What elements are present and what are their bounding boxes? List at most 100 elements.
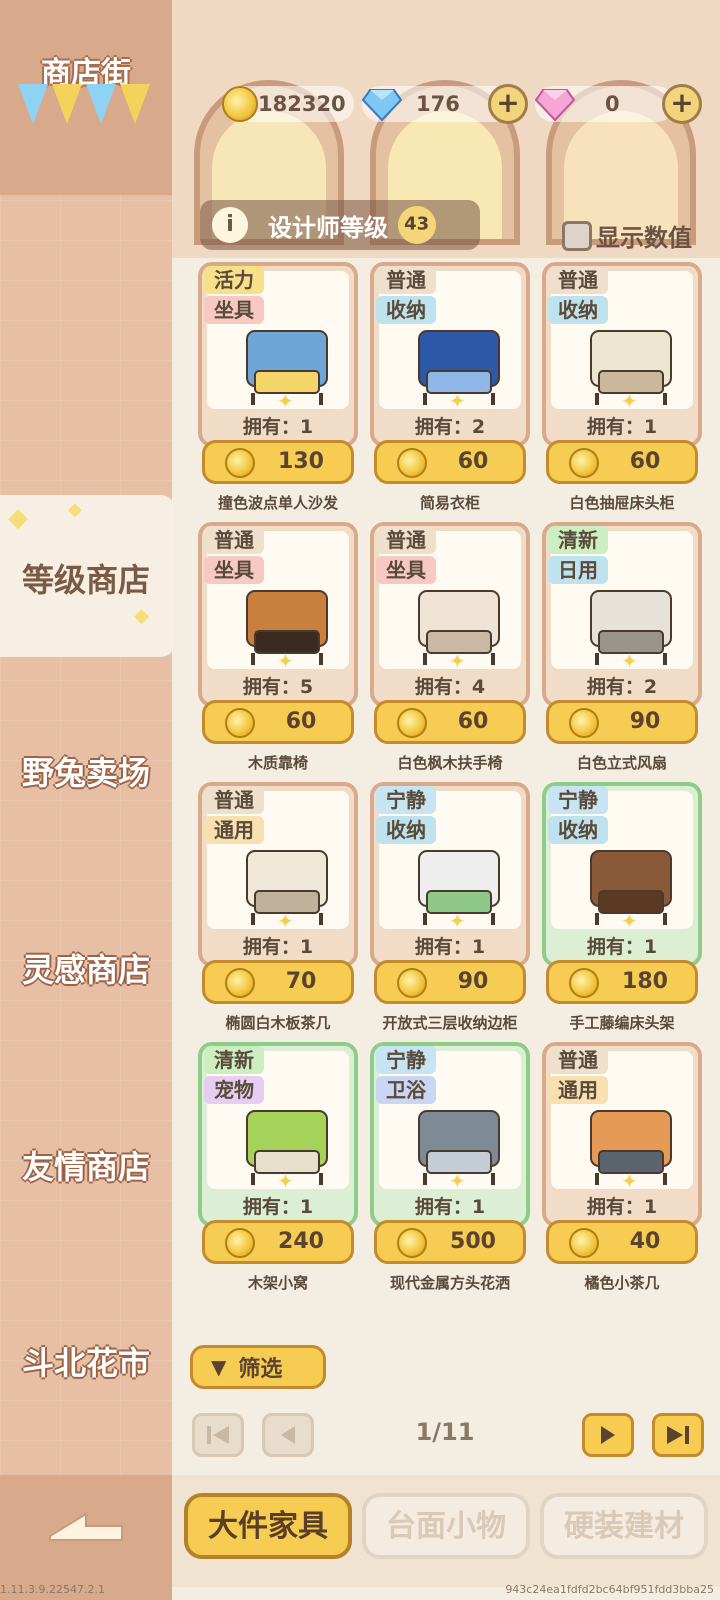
- item-card[interactable]: ✦ 拥有：1 普通 通用 40 橘色小茶几: [542, 1042, 702, 1292]
- item-price: 90: [629, 709, 661, 734]
- item-price: 60: [457, 449, 489, 474]
- show-values-label: 显示数值: [596, 224, 692, 252]
- item-name: 白色枫木扶手椅: [397, 754, 503, 772]
- tab-tabletop-items[interactable]: 台面小物: [362, 1493, 530, 1559]
- add-pink-gem-button[interactable]: +: [662, 84, 702, 124]
- item-owned-count: 拥有：1: [242, 416, 314, 438]
- item-name: 椭圆白木板茶几: [225, 1014, 331, 1032]
- designer-level-panel[interactable]: i 设计师等级 43: [200, 198, 480, 252]
- show-values-toggle[interactable]: 显示数值: [562, 218, 692, 253]
- item-card[interactable]: ✦ 拥有：1 普通 通用 70 椭圆白木板茶几: [198, 782, 358, 1032]
- item-category-tag: 通用: [204, 816, 264, 844]
- item-style-tag: 宁静: [376, 786, 436, 814]
- version-text: 1.11.3.9.22547.2.1: [0, 1583, 105, 1596]
- buy-button[interactable]: 60: [374, 440, 526, 484]
- item-card[interactable]: ✦ 拥有：1 普通 收纳 60 白色抽屉床头柜: [542, 262, 702, 512]
- gold-coin-icon: [569, 968, 599, 998]
- bunting-flag: [52, 84, 82, 124]
- star-icon: ✦: [449, 909, 466, 933]
- filter-button[interactable]: ▼ 筛选: [190, 1345, 326, 1389]
- star-icon: ✦: [277, 389, 294, 413]
- item-price: 70: [285, 969, 317, 994]
- star-icon: ✦: [621, 649, 638, 673]
- sidebar-item-label: 等级商店: [21, 561, 150, 599]
- buy-button[interactable]: 60: [374, 700, 526, 744]
- item-card[interactable]: ✦ 拥有：1 活力 坐具 130 撞色波点单人沙发: [198, 262, 358, 512]
- item-owned-count: 拥有：1: [414, 936, 486, 958]
- star-icon: ✦: [621, 909, 638, 933]
- item-style-tag: 宁静: [376, 1046, 436, 1074]
- gold-currency: 182320: [222, 86, 354, 122]
- buy-button[interactable]: 500: [374, 1220, 526, 1264]
- buy-button[interactable]: 90: [374, 960, 526, 1004]
- back-arrow-icon[interactable]: [46, 1508, 126, 1548]
- item-card[interactable]: ✦ 拥有：4 普通 坐具 60 白色枫木扶手椅: [370, 522, 530, 772]
- first-page-button[interactable]: [192, 1413, 244, 1457]
- item-card[interactable]: ✦ 拥有：1 宁静 卫浴 500 现代金属方头花洒: [370, 1042, 530, 1292]
- item-price: 240: [278, 1229, 324, 1254]
- item-owned-count: 拥有：2: [586, 676, 658, 698]
- gold-coin-icon: [397, 708, 427, 738]
- tab-large-furniture[interactable]: 大件家具: [184, 1493, 352, 1559]
- tab-building-materials[interactable]: 硬装建材: [540, 1493, 708, 1559]
- sidebar-item-flower-market[interactable]: 斗北花市: [0, 1338, 172, 1384]
- show-values-checkbox[interactable]: [562, 220, 592, 251]
- item-card[interactable]: ✦ 拥有：5 普通 坐具 60 木质靠椅: [198, 522, 358, 772]
- info-icon[interactable]: i: [212, 207, 248, 243]
- item-name: 手工藤编床头架: [569, 1014, 675, 1032]
- category-tabbar: 大件家具 台面小物 硬装建材: [172, 1475, 720, 1587]
- item-price: 500: [450, 1229, 496, 1254]
- buy-button[interactable]: 60: [546, 440, 698, 484]
- bunting-flag: [18, 84, 48, 124]
- item-category-tag: 宠物: [204, 1076, 264, 1104]
- star-icon: ✦: [277, 649, 294, 673]
- item-owned-count: 拥有：2: [414, 416, 486, 438]
- buy-button[interactable]: 40: [546, 1220, 698, 1264]
- prev-page-icon: [281, 1426, 295, 1444]
- buy-button[interactable]: 70: [202, 960, 354, 1004]
- item-card[interactable]: ✦ 拥有：2 普通 收纳 60 简易衣柜: [370, 262, 530, 512]
- item-style-tag: 宁静: [548, 786, 608, 814]
- sidebar-item-inspiration-shop[interactable]: 灵感商店: [0, 945, 172, 991]
- item-owned-count: 拥有：5: [242, 676, 314, 698]
- sidebar-item-rabbit-market[interactable]: 野兔卖场: [0, 748, 172, 794]
- sidebar-item-level-shop[interactable]: ◆ ◆ ◆ 等级商店: [0, 495, 175, 657]
- gold-coin-icon: [569, 708, 599, 738]
- sidebar-item-friendship-shop[interactable]: 友情商店: [0, 1142, 172, 1188]
- add-diamond-button[interactable]: +: [488, 84, 528, 124]
- gold-coin-icon: [225, 968, 255, 998]
- star-icon: ✦: [277, 1169, 294, 1193]
- star-icon: ✦: [449, 649, 466, 673]
- item-style-tag: 普通: [204, 786, 264, 814]
- star-icon: ✦: [621, 389, 638, 413]
- page-indicator: 1/11: [415, 1418, 475, 1446]
- prev-page-button[interactable]: [262, 1413, 314, 1457]
- sparkle-icon: ◆: [134, 603, 150, 627]
- buy-button[interactable]: 60: [202, 700, 354, 744]
- buy-button[interactable]: 240: [202, 1220, 354, 1264]
- next-page-icon: [601, 1426, 615, 1444]
- star-icon: ✦: [449, 389, 466, 413]
- pink-gem-currency: 0: [535, 86, 675, 122]
- item-card[interactable]: ✦ 拥有：1 宁静 收纳 90 开放式三层收纳边柜: [370, 782, 530, 1032]
- gold-coin-icon: [225, 1228, 255, 1258]
- gold-coin-icon: [397, 448, 427, 478]
- item-name: 简易衣柜: [419, 494, 480, 512]
- gold-coin-icon: [225, 448, 255, 478]
- buy-button[interactable]: 180: [546, 960, 698, 1004]
- item-category-tag: 坐具: [204, 296, 264, 324]
- bunting-flag: [120, 84, 150, 124]
- last-page-button[interactable]: [652, 1413, 704, 1457]
- next-page-button[interactable]: [582, 1413, 634, 1457]
- buy-button[interactable]: 130: [202, 440, 354, 484]
- buy-button[interactable]: 90: [546, 700, 698, 744]
- item-price: 90: [457, 969, 489, 994]
- item-category-tag: 坐具: [204, 556, 264, 584]
- designer-level-label: 设计师等级: [268, 213, 388, 242]
- gold-coin-icon: [225, 708, 255, 738]
- item-card[interactable]: ✦ 拥有：1 宁静 收纳 180 手工藤编床头架: [542, 782, 702, 1032]
- item-name: 白色抽屉床头柜: [569, 494, 675, 512]
- item-card[interactable]: ✦ 拥有：1 清新 宠物 240 木架小窝: [198, 1042, 358, 1292]
- item-card[interactable]: ✦ 拥有：2 清新 日用 90 白色立式风扇: [542, 522, 702, 772]
- item-style-tag: 普通: [376, 526, 436, 554]
